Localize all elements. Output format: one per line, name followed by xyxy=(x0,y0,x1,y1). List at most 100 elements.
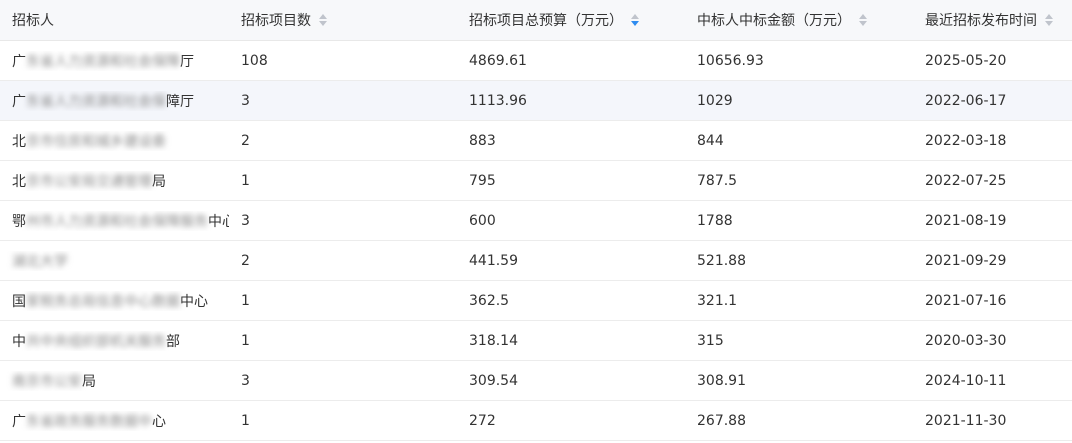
tenderer-name-redacted: 东省人力资源和社会保障 xyxy=(26,53,180,70)
table-body: 广东省人力资源和社会保障厅 108 4869.61 10656.93 2025-05-2… xyxy=(0,41,1072,441)
header-tenderer: 招标人 xyxy=(0,10,229,30)
cell-total-budget: 1113.96 xyxy=(469,92,527,109)
cell-winning-amount: 315 xyxy=(697,332,724,349)
sort-asc-icon[interactable] xyxy=(631,14,639,19)
sort-desc-icon[interactable] xyxy=(859,21,867,26)
header-latest-date[interactable]: 最近招标发布时间 xyxy=(913,10,1072,30)
header-total-budget[interactable]: 招标项目总预算（万元） xyxy=(457,10,685,30)
tenderer-name-prefix: 广 xyxy=(12,93,26,110)
table-row[interactable]: 国家税务总局信息中心数据中心 1 362.5 321.1 2021-07-16 xyxy=(0,281,1072,321)
cell-total-budget: 4869.61 xyxy=(469,52,527,69)
cell-winning-amount: 844 xyxy=(697,132,724,149)
cell-latest-date: 2022-03-18 xyxy=(925,132,1007,149)
cell-total-budget: 883 xyxy=(469,132,496,149)
tenderer-name-suffix: 障厅 xyxy=(166,93,194,110)
cell-winning-amount: 321.1 xyxy=(697,292,738,309)
cell-latest-date: 2021-07-16 xyxy=(925,292,1007,309)
tenderer-name-suffix: 中心 xyxy=(208,213,229,230)
tenderer-name-suffix: 局 xyxy=(152,173,166,190)
cell-total-budget: 795 xyxy=(469,172,496,189)
tenderer-table: 招标人 招标项目数 招标项目总预算（万元） 中标人中标金额（万元） 最近招标发布… xyxy=(0,0,1072,441)
table-row[interactable]: 中共中央组织部机关服务部 1 318.14 315 2020-03-30 xyxy=(0,321,1072,361)
cell-tenderer[interactable]: 广东省政务服务数据中心 xyxy=(0,411,229,431)
cell-tenderer[interactable]: 国家税务总局信息中心数据中心 xyxy=(0,291,229,311)
cell-latest-date: 2021-08-19 xyxy=(925,212,1007,229)
cell-winning-amount: 308.91 xyxy=(697,372,746,389)
tenderer-name-redacted: 京市公安局交通管理 xyxy=(26,173,152,190)
cell-latest-date: 2024-10-11 xyxy=(925,372,1007,389)
table-row[interactable]: 南京市公安局 3 309.54 308.91 2024-10-11 xyxy=(0,361,1072,401)
table-row[interactable]: 广东省政务服务数据中心 1 272 267.88 2021-11-30 xyxy=(0,401,1072,441)
cell-tenderer[interactable]: 广东省人力资源和社会保障厅 xyxy=(0,51,229,71)
cell-total-budget: 600 xyxy=(469,212,496,229)
cell-tenderer[interactable]: 鄂州市人力资源和社会保障服务中心 xyxy=(0,211,229,231)
sort-caret-icon[interactable] xyxy=(1045,14,1053,26)
sort-asc-icon[interactable] xyxy=(1045,14,1053,19)
cell-tenderer[interactable]: 湖北大学 xyxy=(0,251,229,271)
cell-latest-date: 2021-11-30 xyxy=(925,412,1007,429)
cell-winning-amount: 521.88 xyxy=(697,252,746,269)
cell-winning-amount: 787.5 xyxy=(697,172,738,189)
tenderer-name-prefix: 北 xyxy=(12,133,26,150)
table-row[interactable]: 湖北大学 2 441.59 521.88 2021-09-29 xyxy=(0,241,1072,281)
cell-winning-amount: 1788 xyxy=(697,212,733,229)
sort-caret-icon[interactable] xyxy=(631,14,639,26)
cell-total-budget: 441.59 xyxy=(469,252,518,269)
sort-caret-icon[interactable] xyxy=(859,14,867,26)
cell-winning-amount: 1029 xyxy=(697,92,733,109)
sort-asc-icon[interactable] xyxy=(859,14,867,19)
cell-winning-amount: 267.88 xyxy=(697,412,746,429)
cell-total-budget: 272 xyxy=(469,412,496,429)
tenderer-name-suffix: 中心 xyxy=(180,293,208,310)
cell-tenderer[interactable]: 北京市公安局交通管理局 xyxy=(0,171,229,191)
sort-caret-icon[interactable] xyxy=(319,14,327,26)
cell-tenderer[interactable]: 北京市住房和城乡建设委 xyxy=(0,131,229,151)
tenderer-name-redacted: 州市人力资源和社会保障服务 xyxy=(26,213,208,230)
table-row[interactable]: 北京市公安局交通管理局 1 795 787.5 2022-07-25 xyxy=(0,161,1072,201)
tenderer-name-suffix: 部 xyxy=(166,333,180,350)
table-row[interactable]: 广东省人力资源和社会保障厅 3 1113.96 1029 2022-06-17 xyxy=(0,81,1072,121)
cell-total-budget: 362.5 xyxy=(469,292,510,309)
tenderer-name-redacted: 家税务总局信息中心数据 xyxy=(26,293,180,310)
tenderer-name-redacted: 京市住房和城乡建设委 xyxy=(26,133,166,150)
tenderer-name-suffix: 局 xyxy=(82,373,96,390)
cell-latest-date: 2025-05-20 xyxy=(925,52,1007,69)
sort-desc-icon[interactable] xyxy=(1045,21,1053,26)
tenderer-name-prefix: 国 xyxy=(12,293,26,310)
cell-project-count: 1 xyxy=(241,412,250,429)
header-winning-amount[interactable]: 中标人中标金额（万元） xyxy=(685,10,913,30)
tenderer-name-redacted: 东省政务服务数据中 xyxy=(26,413,152,430)
header-project-count[interactable]: 招标项目数 xyxy=(229,10,457,30)
tenderer-name-prefix: 中 xyxy=(12,333,26,350)
cell-tenderer[interactable]: 南京市公安局 xyxy=(0,371,229,391)
cell-latest-date: 2022-07-25 xyxy=(925,172,1007,189)
table-header: 招标人 招标项目数 招标项目总预算（万元） 中标人中标金额（万元） 最近招标发布… xyxy=(0,0,1072,41)
cell-total-budget: 309.54 xyxy=(469,372,518,389)
cell-winning-amount: 10656.93 xyxy=(697,52,764,69)
cell-tenderer[interactable]: 广东省人力资源和社会保障厅 xyxy=(0,91,229,111)
tenderer-name-redacted: 东省人力资源和社会保 xyxy=(26,93,166,110)
sort-asc-icon[interactable] xyxy=(319,14,327,19)
cell-project-count: 3 xyxy=(241,372,250,389)
cell-project-count: 1 xyxy=(241,172,250,189)
tenderer-name-prefix: 北 xyxy=(12,173,26,190)
header-total-budget-label: 招标项目总预算（万元） xyxy=(469,13,623,29)
sort-desc-active-icon[interactable] xyxy=(631,21,639,26)
tenderer-name-prefix: 广 xyxy=(12,53,26,70)
cell-tenderer[interactable]: 中共中央组织部机关服务部 xyxy=(0,331,229,351)
header-latest-date-label: 最近招标发布时间 xyxy=(925,13,1037,29)
sort-desc-icon[interactable] xyxy=(319,21,327,26)
tenderer-name-suffix: 厅 xyxy=(180,53,194,70)
cell-project-count: 108 xyxy=(241,52,268,69)
cell-latest-date: 2021-09-29 xyxy=(925,252,1007,269)
table-row[interactable]: 广东省人力资源和社会保障厅 108 4869.61 10656.93 2025-05-2… xyxy=(0,41,1072,81)
tenderer-name-redacted: 共中央组织部机关服务 xyxy=(26,333,166,350)
table-row[interactable]: 鄂州市人力资源和社会保障服务中心 3 600 1788 2021-08-19 xyxy=(0,201,1072,241)
tenderer-name-redacted: 湖北大学 xyxy=(12,253,68,270)
table-row[interactable]: 北京市住房和城乡建设委 2 883 844 2022-03-18 xyxy=(0,121,1072,161)
cell-project-count: 1 xyxy=(241,332,250,349)
tenderer-name-prefix: 鄂 xyxy=(12,213,26,230)
cell-project-count: 3 xyxy=(241,92,250,109)
tenderer-name-suffix: 心 xyxy=(152,413,166,430)
cell-total-budget: 318.14 xyxy=(469,332,518,349)
